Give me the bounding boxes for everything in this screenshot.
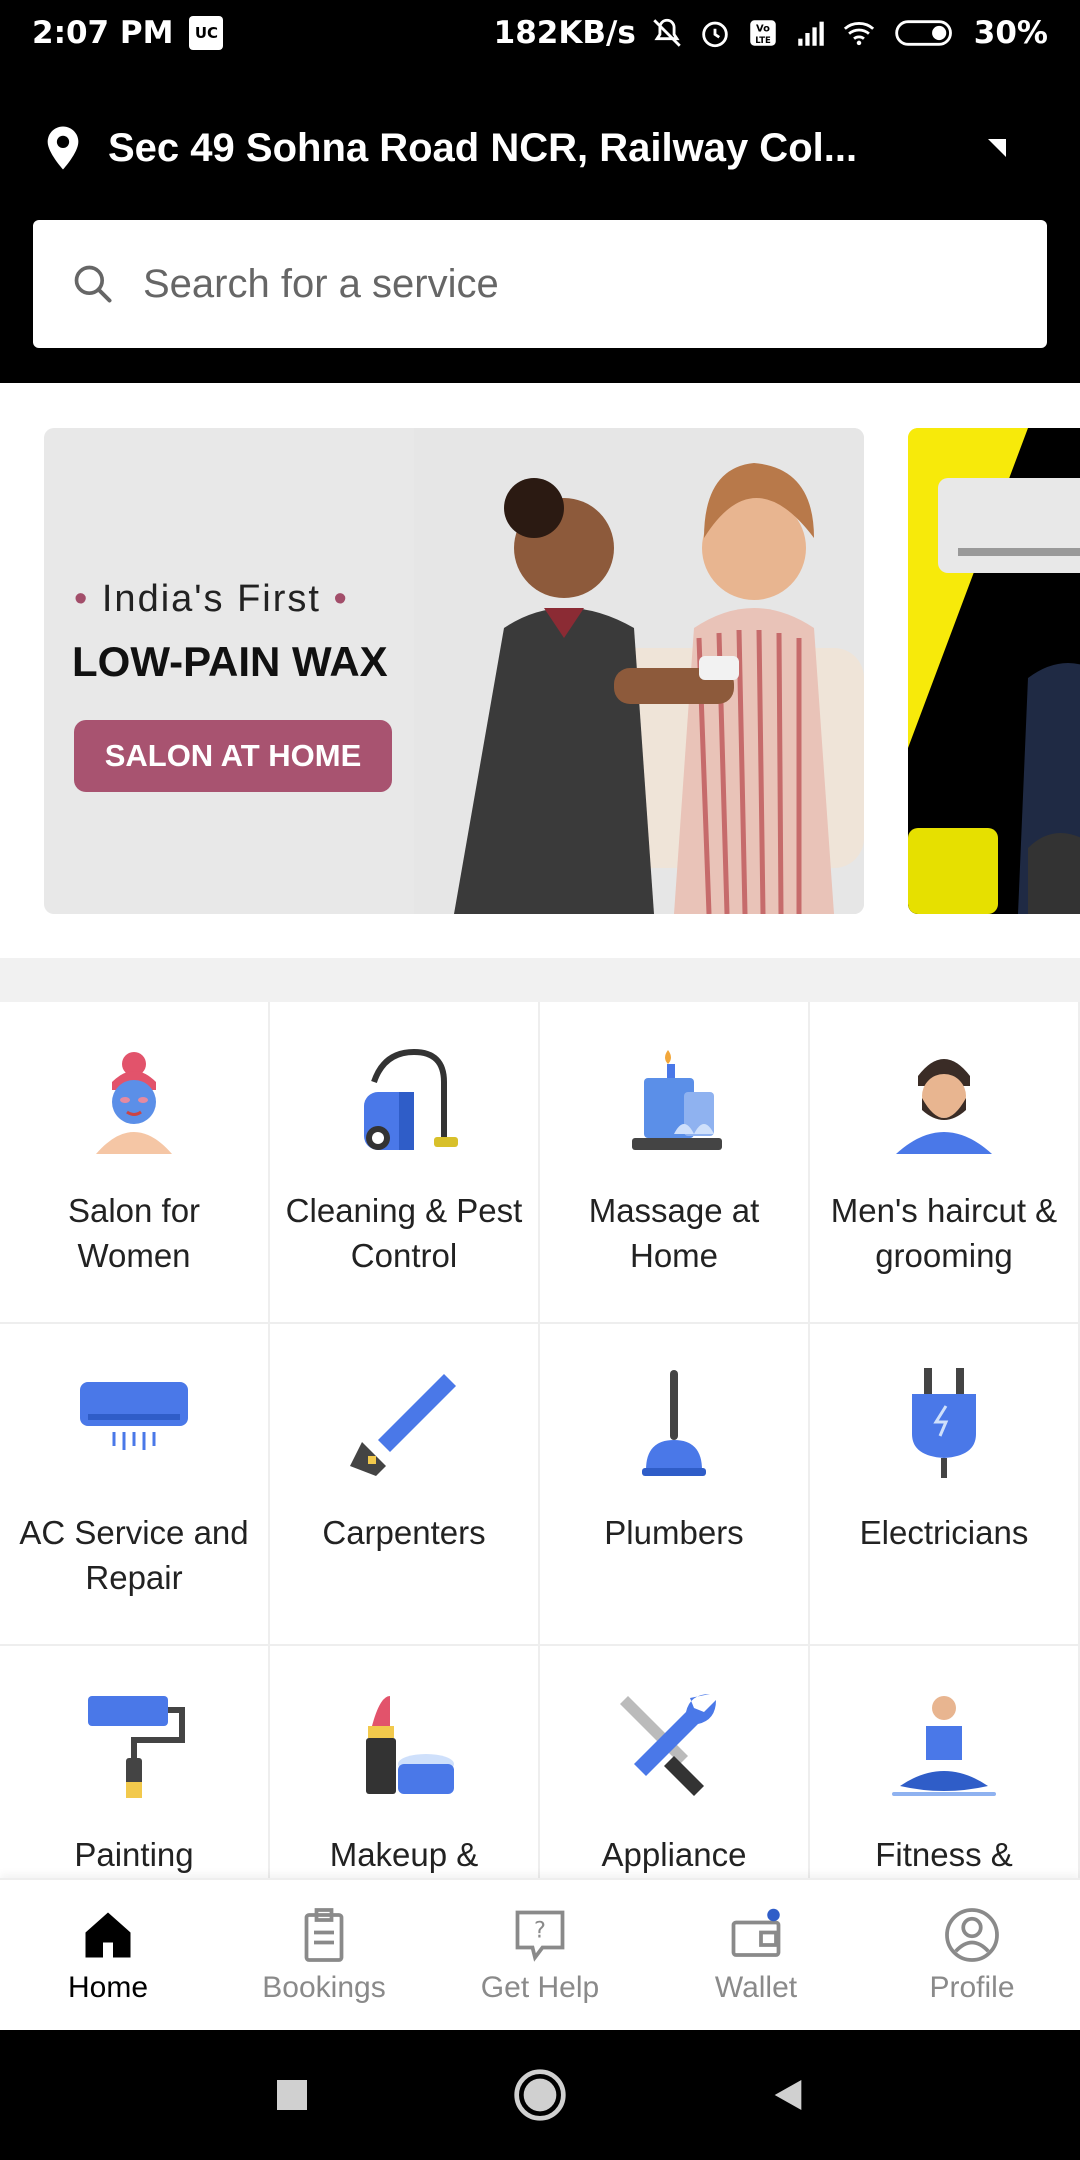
recents-square-icon[interactable] [272,2075,312,2115]
air-conditioner-icon [80,1382,188,1450]
vacuum-cleaner-icon [364,1048,458,1150]
category-grid: Salon for Women Cleaning & Pest Control … [0,1002,1080,1878]
category-makeup[interactable]: Makeup & [270,1646,540,1878]
help-chat-icon: ? [515,1910,565,1962]
category-label: AC Service and Repair [19,1514,249,1596]
nav-get-help[interactable]: ? Get Help [432,1880,648,2030]
banner-tagline: • India's First • [74,578,349,620]
nav-home[interactable]: Home [0,1880,216,2030]
nav-profile[interactable]: Profile [864,1880,1080,2030]
battery-icon [895,20,952,46]
app-badge: UC [189,16,224,50]
category-cleaning[interactable]: Cleaning & Pest Control [270,1002,540,1324]
nav-label: Get Help [480,1971,600,2004]
saw-icon [350,1374,456,1476]
tools-icon [620,1694,716,1796]
category-appliance[interactable]: Appliance [540,1646,810,1878]
dropdown-triangle-icon[interactable] [988,139,1006,157]
system-navigation-bar [0,2030,1080,2160]
bearded-man-icon [896,1059,992,1154]
battery-level: 30% [973,15,1048,51]
category-ac-service[interactable]: AC Service and Repair [0,1324,270,1646]
nav-label: Bookings [262,1971,386,2004]
location-text: Sec 49 Sohna Road NCR, Railway Col... [108,125,858,170]
nav-label: Wallet [714,1971,798,2004]
category-label: Carpenters [322,1514,486,1551]
category-salon-women[interactable]: Salon for Women [0,1002,270,1324]
category-plumbers[interactable]: Plumbers [540,1324,810,1646]
category-label: Men's haircut & grooming [830,1192,1058,1274]
profile-icon [945,1908,999,1962]
signal-icon [798,21,824,46]
plunger-icon [642,1370,706,1476]
network-speed: 182KB/s [493,15,636,51]
category-label: Plumbers [604,1514,744,1551]
nav-label: Profile [929,1971,1015,2004]
category-carpenters[interactable]: Carpenters [270,1324,540,1646]
banner-title: LOW-PAIN WAX [72,638,388,685]
bottom-navigation: Home Bookings ? Get Help Wallet Profile [0,1878,1080,2030]
category-label: Painting [74,1836,194,1873]
svg-text:Vo: Vo [756,24,770,35]
category-massage[interactable]: Massage at Home [540,1002,810,1324]
svg-text:LTE: LTE [755,36,771,46]
banner-illustration [414,428,864,914]
alarm-icon [702,21,728,48]
svg-text:?: ? [534,1918,546,1944]
location-pin-icon [47,126,79,170]
category-mens-grooming[interactable]: Men's haircut & grooming [810,1002,1080,1324]
category-fitness[interactable]: Fitness & [810,1646,1080,1878]
clipboard-icon [304,1908,344,1962]
category-label: Electricians [859,1514,1029,1551]
status-bar: 2:07 PM UC 182KB/s Vo LTE 30% [0,0,1080,66]
mute-icon [653,18,681,47]
promo-carousel[interactable]: • India's First • LOW-PAIN WAX SALON AT … [0,383,1080,958]
lipstick-icon [366,1696,454,1794]
promo-banner-ac[interactable] [908,428,1080,914]
status-time: 2:07 PM [32,15,174,51]
home-icon [85,1912,131,1958]
nav-label: Home [67,1971,149,2004]
plug-icon [912,1368,976,1478]
app-header: Sec 49 Sohna Road NCR, Railway Col... Se… [0,66,1080,383]
search-icon [74,265,112,303]
paint-roller-icon [88,1696,185,1798]
category-label: Massage at Home [588,1192,760,1274]
search-placeholder: Search for a service [143,261,499,306]
category-label: Appliance [601,1836,747,1873]
category-painting[interactable]: Painting [0,1646,270,1878]
category-electricians[interactable]: Electricians [810,1324,1080,1646]
nav-bookings[interactable]: Bookings [216,1880,432,2030]
salon-at-home-button[interactable]: SALON AT HOME [74,720,392,792]
category-label: Fitness & [875,1836,1013,1873]
wifi-icon [843,22,874,46]
candle-massage-icon [632,1050,722,1150]
status-icons: 182KB/s Vo LTE 30% [494,15,1048,51]
volte-icon: VoLTE [750,20,776,46]
salon-women-icon [96,1052,172,1154]
category-label: Cleaning & Pest Control [285,1192,523,1274]
location-selector[interactable]: Sec 49 Sohna Road NCR, Railway Col... [44,118,1040,178]
back-triangle-icon[interactable] [768,2075,808,2115]
promo-banner-wax[interactable]: • India's First • LOW-PAIN WAX SALON AT … [44,428,864,914]
search-box[interactable]: Search for a service [33,220,1047,348]
home-circle-icon[interactable] [512,2067,568,2123]
yoga-icon [892,1696,996,1796]
nav-wallet[interactable]: Wallet [648,1880,864,2030]
category-label: Makeup & [329,1836,479,1873]
category-label: Salon for Women [67,1192,201,1274]
section-divider [0,958,1080,1002]
wallet-icon [731,1908,781,1957]
banner-ac-illustration [908,428,1080,914]
